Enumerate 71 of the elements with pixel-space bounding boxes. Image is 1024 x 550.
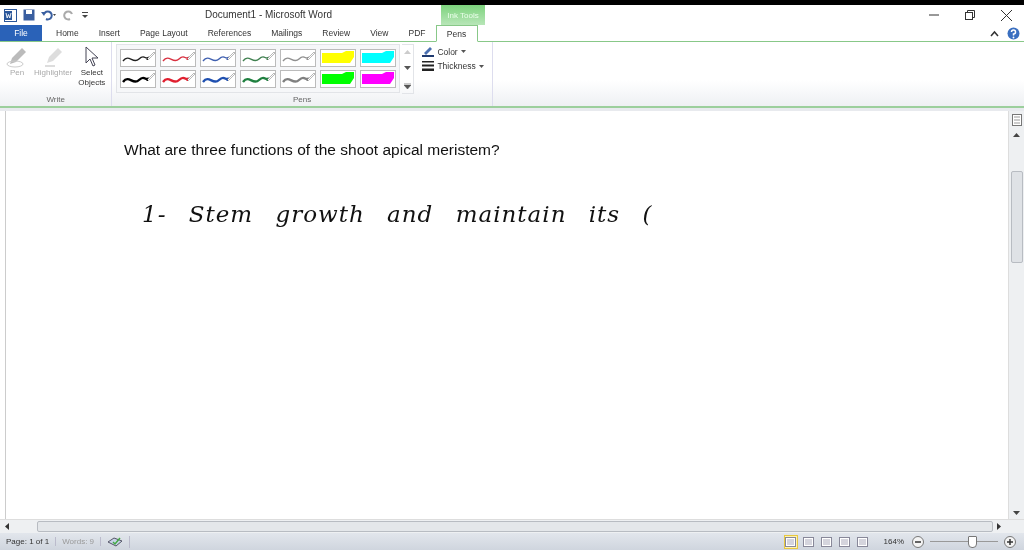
ribbon-tool-button[interactable]: Select Objects — [76, 44, 108, 90]
context-tab-group: Ink Tools — [441, 5, 485, 25]
restore-icon[interactable] — [965, 10, 975, 20]
gallery-more-icon[interactable] — [404, 83, 412, 89]
highlighter-swatch[interactable] — [360, 49, 397, 67]
ribbon-tab[interactable]: Home — [46, 25, 89, 41]
pen-color-icon — [422, 46, 435, 57]
pen-swatch[interactable] — [280, 49, 317, 67]
group-label: Pens — [291, 95, 313, 106]
ribbon-tab[interactable]: Page Layout — [129, 25, 198, 41]
handwritten-ink-text: 1- Stem growth and maintain its ( — [142, 201, 654, 227]
scroll-down-icon[interactable] — [1013, 511, 1020, 516]
proofing-icon[interactable] — [107, 535, 124, 548]
ribbon-tab[interactable]: Mailings — [261, 25, 313, 41]
close-icon[interactable] — [1001, 9, 1012, 21]
pen-swatch[interactable] — [160, 70, 197, 88]
ribbon-tab[interactable]: Insert — [88, 25, 130, 41]
caret-icon — [460, 50, 466, 53]
highlighter-icon — [42, 46, 65, 68]
redo-icon[interactable] — [63, 9, 75, 21]
ribbon-tab[interactable]: Review — [312, 25, 361, 41]
pen-swatch[interactable] — [240, 70, 277, 88]
ribbon-tab[interactable]: References — [197, 25, 262, 41]
page-count[interactable]: Page: 1 of 1 — [4, 537, 57, 546]
caret-icon — [478, 64, 484, 68]
view-mode-button[interactable] — [783, 534, 798, 549]
slider-thumb[interactable] — [968, 535, 978, 548]
help-icon[interactable] — [1007, 26, 1020, 40]
pen-swatch[interactable] — [200, 49, 237, 67]
dropdown-button[interactable]: Thickness — [422, 61, 484, 71]
view-mode-button[interactable] — [801, 534, 816, 549]
pen-swatch[interactable] — [120, 49, 157, 67]
save-icon[interactable] — [23, 9, 35, 21]
scroll-up-icon[interactable] — [1013, 132, 1020, 137]
view-mode-button[interactable] — [855, 534, 870, 549]
file-tab[interactable]: File — [0, 25, 42, 41]
highlighter-swatch[interactable] — [320, 49, 357, 67]
pen-icon — [6, 46, 28, 68]
pen-swatch[interactable] — [160, 49, 197, 67]
collapse-ribbon-icon[interactable] — [990, 29, 999, 37]
cursor-arrow-icon — [83, 46, 100, 68]
zoom-in-icon[interactable] — [1004, 535, 1016, 548]
document-text: What are three functions of the shoot apical meristem? — [124, 141, 501, 159]
scrollbar-thumb[interactable] — [1010, 171, 1023, 263]
ribbon-tab[interactable]: Pens — [435, 25, 478, 42]
gallery-scroll-down-icon[interactable] — [404, 66, 412, 71]
view-mode-button[interactable] — [819, 534, 834, 549]
group-label: Write — [45, 95, 66, 106]
horizontal-scrollbar[interactable] — [0, 519, 1024, 533]
scroll-left-icon[interactable] — [4, 523, 9, 530]
zoom-out-icon[interactable] — [912, 535, 924, 548]
pen-swatch[interactable] — [280, 70, 317, 88]
ruler-toggle-icon[interactable] — [1011, 114, 1022, 126]
scroll-right-icon[interactable] — [997, 523, 1002, 530]
highlighter-swatch[interactable] — [360, 70, 397, 88]
window-title: Document1 - Microsoft Word — [205, 9, 333, 20]
pen-swatch[interactable] — [240, 49, 277, 67]
vertical-scrollbar[interactable] — [1008, 111, 1024, 519]
scrollbar-thumb[interactable] — [37, 521, 993, 532]
ribbon-tab[interactable]: View — [360, 25, 399, 41]
dropdown-button[interactable]: Color — [422, 46, 484, 57]
view-mode-button[interactable] — [837, 534, 852, 549]
pen-swatch[interactable] — [120, 70, 157, 88]
ribbon-tab[interactable]: PDF — [398, 25, 436, 41]
customize-toolbar-icon[interactable] — [81, 10, 89, 20]
line-thickness-icon — [422, 61, 435, 71]
undo-icon[interactable] — [41, 9, 57, 21]
pen-swatch[interactable] — [200, 70, 237, 88]
zoom-level[interactable]: 164% — [883, 537, 904, 546]
highlighter-swatch[interactable] — [320, 70, 357, 88]
word-logo-icon — [4, 8, 17, 22]
